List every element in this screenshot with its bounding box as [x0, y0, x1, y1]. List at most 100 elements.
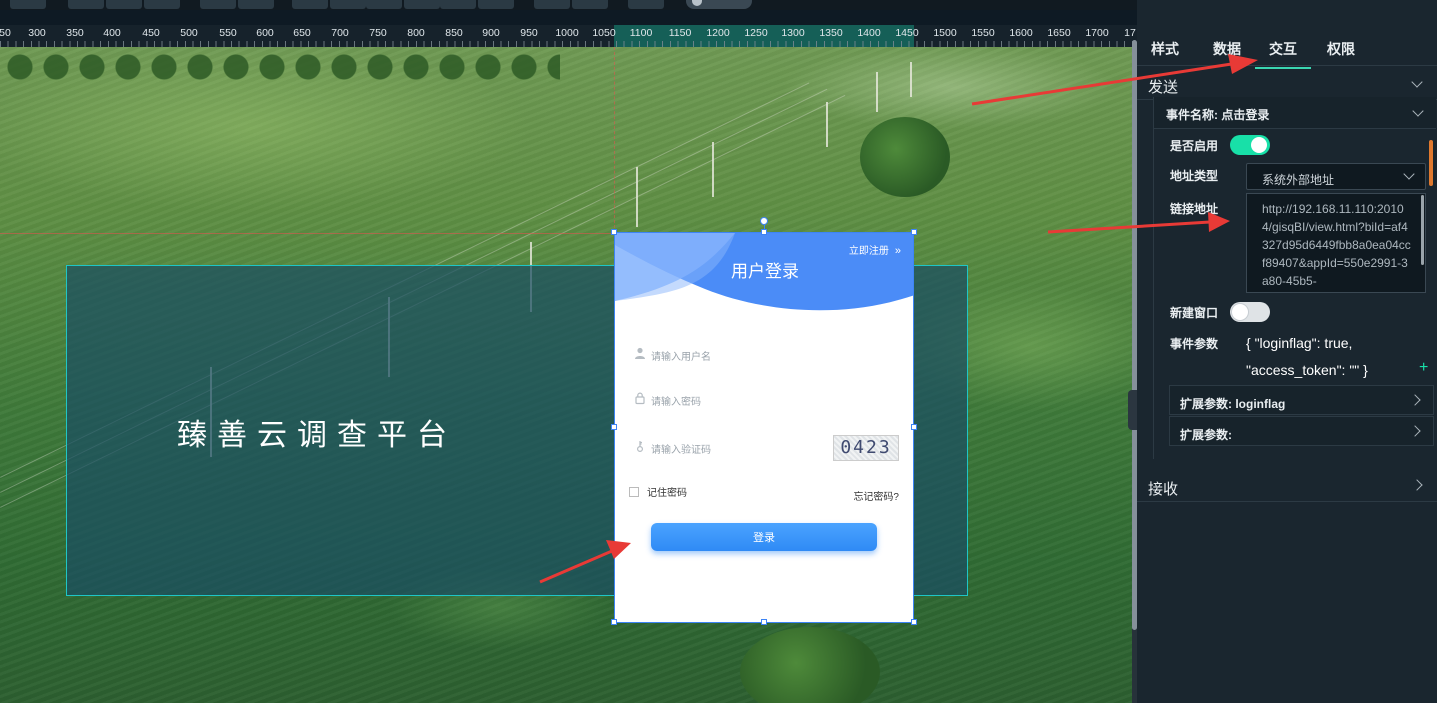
- ruler-label: 1450: [895, 27, 919, 39]
- resize-handle[interactable]: [911, 619, 917, 625]
- resize-handle[interactable]: [611, 229, 617, 235]
- remember-password[interactable]: 记住密码: [629, 484, 687, 499]
- event-params-value[interactable]: { "loginflag": true, "access_token": "" …: [1246, 330, 1426, 384]
- double-chevron-right-icon: »: [894, 245, 901, 257]
- chevron-down-icon: [1403, 168, 1415, 180]
- ruler-label: 500: [180, 27, 198, 39]
- remember-checkbox[interactable]: [629, 487, 639, 497]
- login-card[interactable]: 用户登录 立即注册 » 请输入用户名 请输入密码 请输入验证码 0423 记住密码…: [614, 232, 914, 623]
- password-field[interactable]: 请输入密码: [633, 388, 903, 410]
- ruler-label: 900: [482, 27, 500, 39]
- toolbar-button[interactable]: [144, 0, 180, 9]
- ruler-label: 50: [0, 27, 11, 39]
- panel-scrollbar-thumb[interactable]: [1429, 140, 1433, 186]
- ext-param-row[interactable]: 扩展参数: loginflag: [1169, 385, 1434, 415]
- link-label: 链接地址: [1170, 202, 1219, 216]
- toolbar-button[interactable]: [572, 0, 608, 9]
- tab-data[interactable]: 数据: [1213, 39, 1241, 59]
- register-link[interactable]: 立即注册 »: [849, 242, 901, 257]
- receive-section-header[interactable]: 接收: [1137, 470, 1437, 502]
- tab-style[interactable]: 样式: [1151, 39, 1179, 59]
- ruler-label: 950: [520, 27, 538, 39]
- ruler-label: 1000: [555, 27, 579, 39]
- design-canvas[interactable]: 臻善云调查平台 用户登录 立即注册» 请输入用户名 请输入密码 请输入验证码 0…: [0, 47, 1132, 703]
- chevron-right-icon: [1409, 425, 1421, 437]
- toolbar-button[interactable]: [440, 0, 476, 9]
- forgot-password-link[interactable]: 忘记密码?: [853, 488, 899, 503]
- resize-handle[interactable]: [611, 619, 617, 625]
- event-params-label: 事件参数: [1170, 337, 1219, 351]
- horizontal-ruler: 50 300 350 400 450 500 550 600 650 700 750 800 850 90…: [0, 25, 1137, 47]
- toolbar-button[interactable]: [366, 0, 402, 9]
- resize-handle[interactable]: [911, 424, 917, 430]
- alignment-guide-vertical: [614, 47, 615, 233]
- new-window-label: 新建窗口: [1170, 306, 1219, 320]
- toolbar-button[interactable]: [292, 0, 328, 9]
- toolbar-button[interactable]: [238, 0, 274, 9]
- toolbar-button[interactable]: [330, 0, 366, 9]
- resize-handle[interactable]: [761, 229, 767, 235]
- power-pole: [910, 62, 912, 97]
- background-trees: [0, 47, 560, 87]
- event-header[interactable]: 事件名称: 点击登录: [1154, 97, 1436, 129]
- ruler-label: 550: [219, 27, 237, 39]
- toolbar-button[interactable]: [534, 0, 570, 9]
- captcha-field[interactable]: 请输入验证码: [633, 436, 828, 458]
- send-section-header[interactable]: 发送: [1137, 68, 1437, 100]
- textarea-scrollbar[interactable]: [1421, 195, 1424, 265]
- toolbar-button[interactable]: [404, 0, 440, 9]
- ext-param-label: 扩展参数:: [1180, 397, 1232, 411]
- toolbar-button[interactable]: [68, 0, 104, 9]
- link-address-textarea[interactable]: http://192.168.11.110:20104/gisqBI/view.…: [1246, 193, 1426, 293]
- address-type-label: 地址类型: [1170, 169, 1219, 183]
- ruler-label: 300: [28, 27, 46, 39]
- event-name-label: 事件名称:: [1166, 108, 1218, 122]
- add-param-icon[interactable]: +: [1419, 359, 1428, 377]
- password-placeholder: 请输入密码: [651, 397, 701, 408]
- ruler-label: 1150: [668, 27, 692, 39]
- address-type-value: 系统外部地址: [1262, 173, 1335, 187]
- toolbar-button[interactable]: [478, 0, 514, 9]
- captcha-image[interactable]: 0423: [833, 435, 899, 461]
- panel-collapse-handle[interactable]: [1128, 390, 1137, 430]
- ruler-label: 600: [256, 27, 274, 39]
- key-icon: [636, 441, 644, 453]
- ruler-label: 1250: [744, 27, 768, 39]
- chevron-right-icon: [1409, 394, 1421, 406]
- tab-interaction[interactable]: 交互: [1255, 39, 1311, 69]
- toolbar-button[interactable]: [10, 0, 46, 9]
- alignment-guide-horizontal: [0, 233, 614, 234]
- tab-permission[interactable]: 权限: [1327, 39, 1355, 59]
- toolbar-button[interactable]: [106, 0, 142, 9]
- rotate-handle[interactable]: [760, 217, 768, 225]
- register-label: 立即注册: [848, 246, 889, 257]
- panel-tabs: 样式 数据 交互 权限: [1137, 30, 1437, 69]
- event-params-line1: { "loginflag": true,: [1246, 335, 1353, 351]
- captcha-placeholder: 请输入验证码: [651, 445, 711, 456]
- ruler-label: 450: [142, 27, 160, 39]
- resize-handle[interactable]: [911, 229, 917, 235]
- enabled-label: 是否启用: [1170, 139, 1219, 153]
- background-tree: [740, 627, 880, 703]
- login-button[interactable]: 登录: [651, 523, 877, 551]
- receive-section-title: 接收: [1148, 481, 1179, 498]
- zoom-control[interactable]: [686, 0, 752, 9]
- ruler-label: 1600: [1009, 27, 1033, 39]
- ruler-label: 1500: [933, 27, 957, 39]
- toggle-knob: [1232, 304, 1248, 320]
- username-field[interactable]: 请输入用户名: [633, 343, 903, 365]
- ruler-label: 1300: [781, 27, 805, 39]
- properties-panel: 样式 数据 交互 权限 发送 事件名称: 点击登录 是否启用 地址类型 系统外部…: [1137, 0, 1437, 703]
- resize-handle[interactable]: [761, 619, 767, 625]
- toolbar-button[interactable]: [200, 0, 236, 9]
- ext-param-row[interactable]: 扩展参数:: [1169, 416, 1434, 446]
- send-section-title: 发送: [1148, 79, 1179, 96]
- toolbar-button[interactable]: [628, 0, 664, 9]
- resize-handle[interactable]: [611, 424, 617, 430]
- ext-param-value: loginflag: [1235, 397, 1286, 411]
- address-type-select[interactable]: 系统外部地址: [1246, 163, 1426, 190]
- enabled-toggle[interactable]: [1230, 135, 1270, 155]
- new-window-toggle[interactable]: [1230, 302, 1270, 322]
- event-params-line2: "access_token": "" }: [1246, 362, 1368, 378]
- ruler-label: 400: [103, 27, 121, 39]
